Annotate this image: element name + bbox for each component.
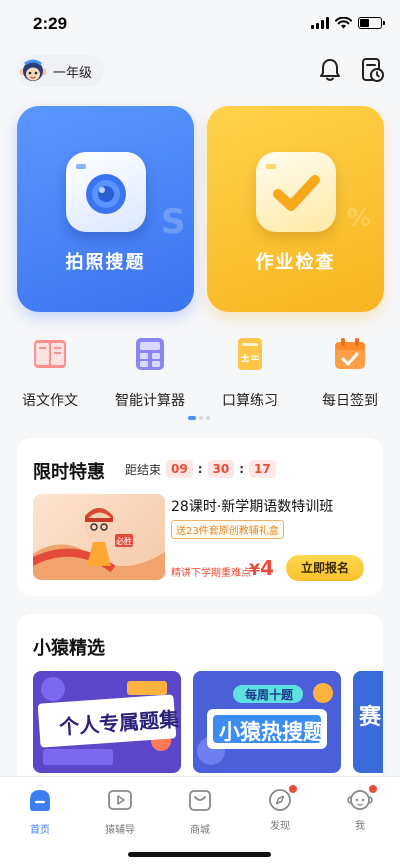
- tab-label: 首页: [30, 825, 50, 836]
- decorative-s-icon: S: [161, 202, 186, 242]
- photo-search-label: 拍照搜题: [65, 252, 146, 273]
- signup-button[interactable]: 立即报名: [286, 555, 364, 581]
- countdown-minutes: 30: [207, 460, 235, 478]
- history-record-icon[interactable]: [358, 56, 386, 84]
- tool-smart-calculator[interactable]: 智能计算器: [100, 334, 200, 410]
- pick-card-partial[interactable]: 赛: [353, 671, 383, 773]
- notification-dot: [369, 785, 377, 793]
- picks-title: 小猿精选: [33, 638, 105, 659]
- course-price: ¥4: [249, 556, 274, 580]
- course-subtitle: 精讲下学期重难点: [171, 568, 251, 579]
- quick-tools: 语文作文 智能计算器 ±= 口算练习 每日签到: [0, 334, 400, 410]
- notification-dot: [289, 785, 297, 793]
- home-indicator: [128, 852, 271, 857]
- tab-yuanfudao[interactable]: 猿辅导: [90, 787, 150, 836]
- price-value: 4: [260, 556, 275, 580]
- tab-label: 发现: [270, 821, 290, 832]
- course-image[interactable]: 必胜: [33, 494, 165, 580]
- tab-label: 商城: [190, 825, 210, 836]
- notification-bell-icon[interactable]: [316, 56, 344, 84]
- tool-mental-arithmetic[interactable]: ±= 口算练习: [200, 334, 300, 410]
- sale-title: 限时特惠: [33, 462, 105, 483]
- countdown: 距结束 09 : 30 : 17: [125, 460, 276, 478]
- countdown-seconds: 17: [249, 460, 276, 478]
- tab-mall[interactable]: 商城: [170, 787, 230, 836]
- flash-sale-section: 限时特惠 距结束 09 : 30 : 17 必胜 28课时·新学期语数特训班 送…: [17, 438, 383, 596]
- battery-icon: [358, 17, 385, 29]
- pick-card-label: 赛: [359, 705, 382, 730]
- pick-card-personal-questions[interactable]: 个人专属题集: [33, 671, 181, 773]
- home-icon: [30, 790, 50, 811]
- status-bar: 2:29: [0, 0, 400, 46]
- course-image-tag: 必胜: [116, 536, 132, 546]
- decorative-percent-icon: %: [347, 204, 372, 232]
- top-header: 一年级: [0, 50, 400, 92]
- tab-home[interactable]: 首页: [10, 787, 70, 836]
- grade-selector[interactable]: 一年级: [16, 55, 105, 87]
- cellular-signal-icon: [311, 17, 329, 29]
- tab-discover[interactable]: 发现: [250, 785, 310, 832]
- picks-section: 小猿精选 个人专属题集 每周十题 小猿热搜题 赛: [17, 614, 383, 784]
- page-indicator: [188, 416, 210, 420]
- tool-label: 语文作文: [22, 393, 78, 409]
- course-illustration: 必胜: [33, 508, 165, 580]
- shopping-bag-icon: [189, 790, 211, 811]
- tab-me[interactable]: 我: [330, 785, 390, 832]
- tool-daily-checkin[interactable]: 每日签到: [300, 334, 400, 410]
- tool-label: 智能计算器: [115, 393, 185, 409]
- photo-search-card[interactable]: S 拍照搜题: [17, 106, 194, 312]
- calendar-check-icon: [335, 338, 365, 369]
- countdown-hours: 09: [166, 460, 193, 478]
- tool-label: 口算练习: [222, 393, 278, 409]
- homework-check-card[interactable]: % 作业检查: [207, 106, 384, 312]
- calculator-icon: [136, 338, 164, 370]
- camera-icon: [66, 152, 146, 232]
- countdown-separator: :: [197, 462, 203, 476]
- check-icon: [256, 152, 336, 232]
- price-symbol: ¥: [249, 560, 261, 579]
- book-icon: [34, 340, 66, 368]
- grade-label: 一年级: [53, 65, 93, 81]
- pick-card-sub: 每周十题: [245, 688, 294, 702]
- tab-label: 我: [355, 821, 365, 832]
- profile-icon-wrap: [347, 785, 377, 813]
- play-video-icon: [108, 790, 132, 810]
- arithmetic-doc-icon: ±=: [238, 338, 262, 370]
- svg-text:±=: ±=: [240, 351, 260, 365]
- homework-check-label: 作业检查: [255, 252, 336, 273]
- status-time: 2:29: [33, 14, 68, 33]
- compass-icon-wrap: [267, 785, 297, 813]
- countdown-separator: :: [239, 462, 245, 476]
- tab-label: 猿辅导: [105, 825, 135, 836]
- pick-card-hot-questions[interactable]: 每周十题 小猿热搜题: [193, 671, 341, 773]
- countdown-label: 距结束: [125, 462, 162, 477]
- course-name[interactable]: 28课时·新学期语数特训班: [171, 496, 333, 516]
- monkey-avatar-icon: [19, 59, 47, 81]
- gift-tag: 送23件套原创教辅礼盒: [171, 520, 284, 539]
- tool-chinese-essay[interactable]: 语文作文: [0, 334, 100, 410]
- pick-card-label: 小猿热搜题: [219, 720, 324, 744]
- status-icons: [311, 17, 385, 29]
- tool-label: 每日签到: [322, 393, 378, 409]
- wifi-icon: [335, 17, 352, 29]
